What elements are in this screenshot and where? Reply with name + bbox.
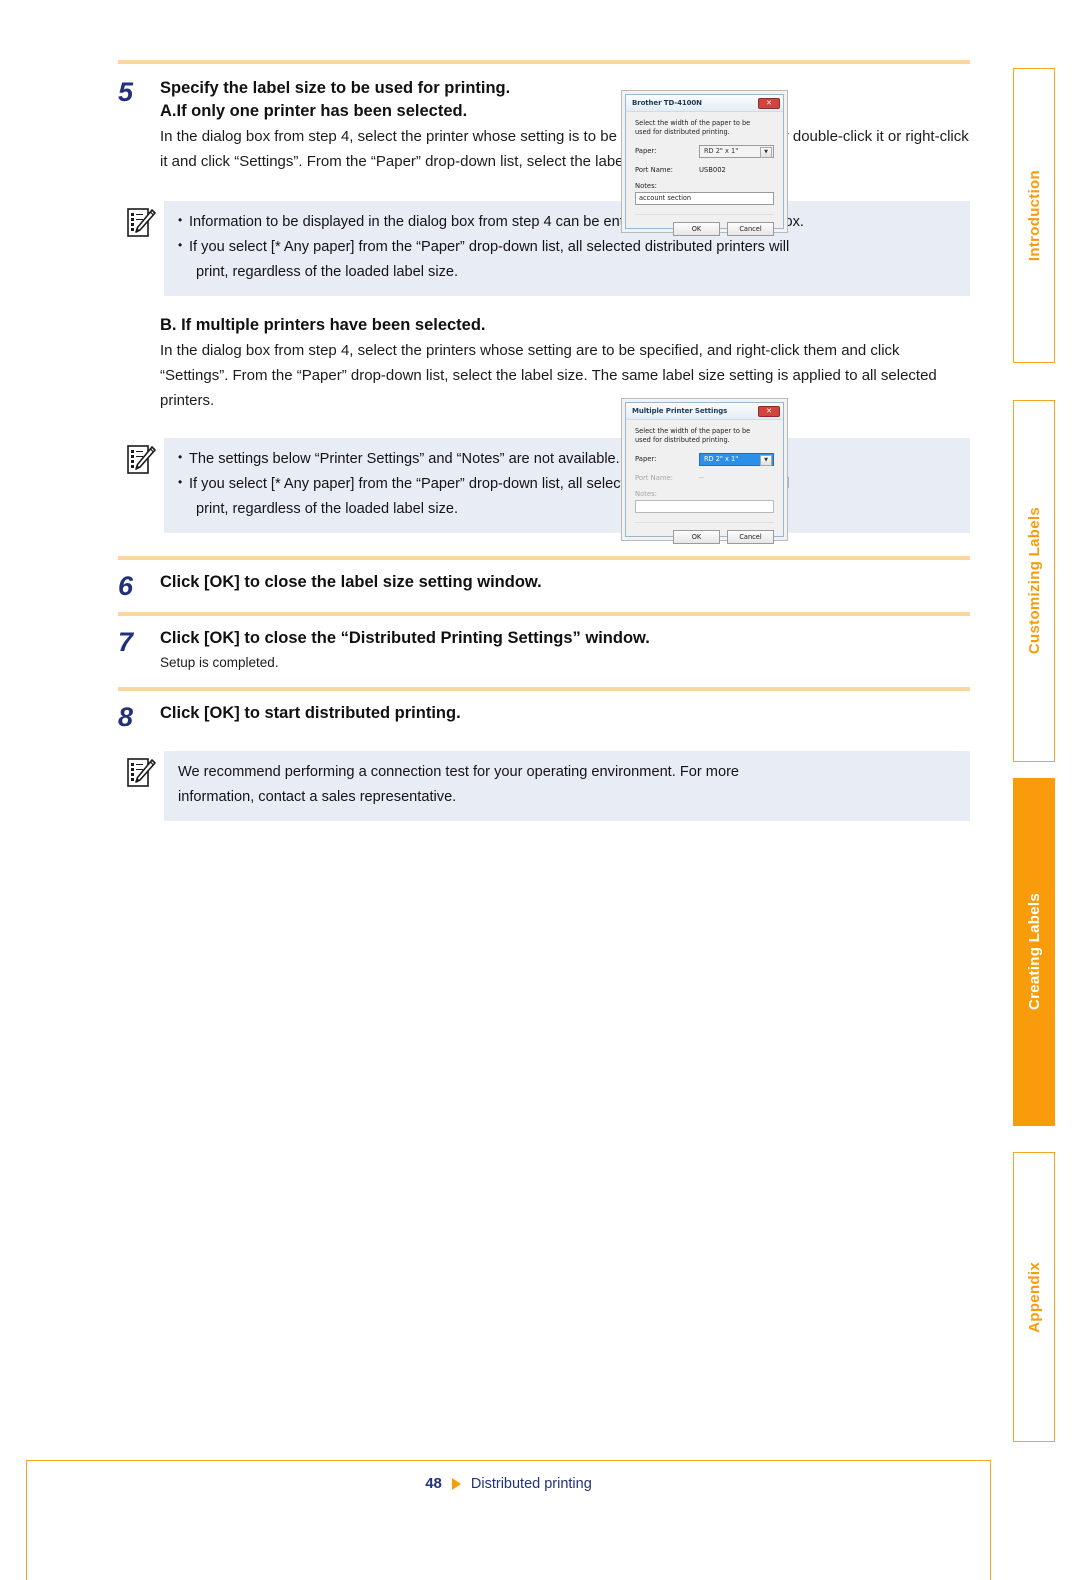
dialog-multiple-port-row: Port Name: -- [635, 474, 774, 482]
notes-input[interactable] [635, 499, 774, 513]
step-5-number: 5 [118, 77, 133, 107]
note-2-line-2: If you select [* Any paper] from the “Pa… [178, 472, 956, 497]
cancel-button[interactable]: Cancel [727, 529, 774, 544]
dialog-multiple-paper-row: Paper: RD 2" x 1" ▼ [635, 452, 774, 466]
page-content: 5 Specify the label size to be used for … [118, 60, 970, 822]
port-name-value: -- [698, 473, 704, 482]
note-1-line-2: If you select [* Any paper] from the “Pa… [178, 235, 956, 260]
close-icon[interactable]: ✕ [758, 405, 780, 417]
note-2-box: The settings below “Printer Settings” an… [164, 437, 970, 533]
dialog-multiple-titlebar: Multiple Printer Settings ✕ [626, 403, 783, 420]
step-5: 5 Specify the label size to be used for … [118, 64, 970, 175]
screenshot-brother-td4100n-dialog: Brother TD-4100N ✕ Select the width of t… [621, 90, 788, 236]
dialog-single-buttons: OK Cancel [635, 221, 774, 236]
dialog-single-printer: Brother TD-4100N ✕ Select the width of t… [625, 94, 784, 236]
note-2-line-3: print, regardless of the loaded label si… [196, 500, 459, 517]
sidebar-tab-introduction-label: Introduction [1025, 169, 1043, 262]
page-number: 48 [425, 1475, 442, 1492]
note-icon-wrapper-2 [118, 438, 164, 477]
dialog-single-description: Select the width of the paper to be used… [635, 119, 751, 136]
step-6-title: Click [OK] to close the label size setti… [160, 572, 542, 591]
close-icon[interactable]: ✕ [758, 97, 780, 109]
note-2: The settings below “Printer Settings” an… [118, 437, 970, 533]
cancel-button[interactable]: Cancel [727, 221, 774, 236]
dialog-multiple-separator [635, 521, 774, 523]
step-7-body: Setup is completed. [160, 654, 279, 670]
port-name-label: Port Name: [635, 165, 673, 174]
paper-label: Paper: [635, 147, 657, 156]
note-icon-wrapper [118, 201, 164, 240]
sidebar-tab-creating-labels[interactable]: Creating Labels [1013, 778, 1055, 1126]
dialog-multiple-description: Select the width of the paper to be used… [635, 427, 751, 444]
notes-label: Notes: [635, 181, 657, 190]
step-8-number: 8 [118, 702, 133, 733]
step-5-body: In the dialog box from step 4, select th… [160, 127, 969, 170]
dialog-single-paper-row: Paper: RD 2" x 1" ▼ [635, 144, 774, 158]
note-1-box: Information to be displayed in the dialo… [164, 200, 970, 296]
manual-page: 5 Specify the label size to be used for … [0, 0, 1080, 1580]
note-icon-wrapper-3 [118, 751, 164, 790]
screenshot-multiple-printer-settings-dialog: Multiple Printer Settings ✕ Select the w… [621, 398, 788, 544]
dialog-multiple-title: Multiple Printer Settings [632, 407, 728, 415]
step-5-subtitle: A.If only one printer has been selected. [160, 101, 468, 120]
dialog-multiple-buttons: OK Cancel [635, 529, 774, 544]
note-3: We recommend performing a connection tes… [118, 751, 970, 822]
dialog-single-titlebar: Brother TD-4100N ✕ [626, 95, 783, 112]
dialog-single-separator [635, 213, 774, 215]
dialog-multiple-body: Select the width of the paper to be used… [626, 420, 783, 544]
step-7: 7 Click [OK] to close the “Distributed P… [118, 616, 970, 687]
dialog-multiple-printers: Multiple Printer Settings ✕ Select the w… [625, 402, 784, 544]
sidebar-tab-customizing-labels-label: Customizing Labels [1025, 507, 1043, 655]
paper-dropdown[interactable]: RD 2" x 1" ▼ [698, 144, 774, 158]
step-7-number: 7 [118, 626, 133, 657]
notes-label: Notes: [635, 489, 657, 498]
step-8-title: Click [OK] to start distributed printing… [160, 704, 461, 723]
sidebar-tab-appendix[interactable]: Appendix [1013, 1152, 1055, 1442]
note-1-line-1: Information to be displayed in the dialo… [178, 210, 956, 235]
dialog-single-body: Select the width of the paper to be used… [626, 112, 783, 236]
chevron-down-icon[interactable]: ▼ [760, 454, 772, 466]
sidebar-tab-introduction[interactable]: Introduction [1013, 68, 1055, 363]
step-5-title: Specify the label size to be used for pr… [160, 79, 511, 97]
paper-value: RD 2" x 1" [703, 147, 739, 156]
paper-value: RD 2" x 1" [703, 455, 739, 464]
port-name-label: Port Name: [635, 473, 673, 482]
note-3-line-1: We recommend performing a connection tes… [178, 764, 740, 781]
dialog-single-title: Brother TD-4100N [632, 99, 702, 107]
note-3-line-2: information, contact a sales representat… [178, 789, 457, 806]
section-b-body: In the dialog box from step 4, select th… [160, 341, 937, 409]
note-3-box: We recommend performing a connection tes… [164, 751, 970, 822]
note-2-line-1: The settings below “Printer Settings” an… [178, 447, 956, 472]
footer-link-label[interactable]: Distributed printing [471, 1476, 592, 1492]
dialog-single-port-row: Port Name: USB002 [635, 166, 774, 174]
step-7-title: Click [OK] to close the “Distributed Pri… [160, 628, 650, 647]
memo-pencil-icon [127, 444, 156, 474]
section-b: B. If multiple printers have been select… [118, 296, 970, 414]
memo-pencil-icon [127, 758, 156, 787]
footer-content: 48 Distributed printing [27, 1475, 990, 1492]
sidebar-tab-customizing-labels[interactable]: Customizing Labels [1013, 400, 1055, 762]
chevron-down-icon[interactable]: ▼ [760, 146, 772, 158]
ok-button[interactable]: OK [673, 529, 720, 544]
section-b-spacer [118, 314, 160, 315]
step-6-number: 6 [118, 570, 133, 601]
triangle-right-icon [451, 1477, 461, 1490]
port-name-value: USB002 [698, 165, 726, 174]
sidebar-tab-creating-labels-label: Creating Labels [1025, 893, 1043, 1011]
step-6: 6 Click [OK] to close the label size set… [118, 560, 970, 612]
paper-dropdown[interactable]: RD 2" x 1" ▼ [698, 452, 774, 466]
paper-label: Paper: [635, 455, 657, 464]
notes-input[interactable]: account section [635, 191, 774, 205]
sidebar-tab-appendix-label: Appendix [1025, 1261, 1043, 1333]
note-1: Information to be displayed in the dialo… [118, 200, 970, 296]
footer: 48 Distributed printing [26, 1460, 991, 1580]
memo-pencil-icon [127, 207, 156, 237]
step-8: 8 Click [OK] to start distributed printi… [118, 691, 970, 735]
note-1-line-3: print, regardless of the loaded label si… [196, 263, 459, 280]
ok-button[interactable]: OK [673, 221, 720, 236]
section-b-heading: B. If multiple printers have been select… [160, 315, 486, 334]
